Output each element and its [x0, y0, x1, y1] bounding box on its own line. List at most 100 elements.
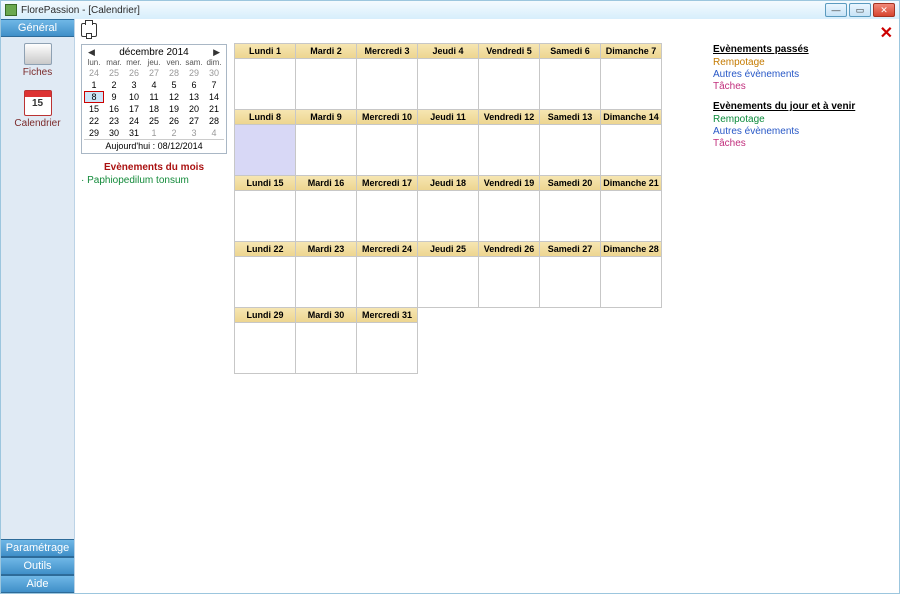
calendar-day-body[interactable] [357, 257, 417, 307]
mini-cal-day[interactable]: 2 [104, 79, 124, 91]
calendar-day-cell[interactable]: Mardi 23 [295, 241, 357, 308]
calendar-day-body[interactable] [296, 59, 356, 109]
calendar-day-body[interactable] [418, 125, 478, 175]
mini-cal-day[interactable]: 27 [144, 67, 164, 79]
mini-cal-day[interactable]: 11 [144, 91, 164, 103]
calendar-day-cell[interactable]: Vendredi 19 [478, 175, 540, 242]
mini-cal-day[interactable]: 27 [184, 115, 204, 127]
calendar-day-body[interactable] [479, 191, 539, 241]
sidebar-section-outils[interactable]: Outils [1, 557, 74, 575]
calendar-day-cell[interactable]: Lundi 15 [234, 175, 296, 242]
calendar-day-cell[interactable]: Mardi 9 [295, 109, 357, 176]
calendar-day-body[interactable] [479, 125, 539, 175]
calendar-day-cell[interactable]: Mercredi 10 [356, 109, 418, 176]
calendar-day-body[interactable] [235, 257, 295, 307]
mini-cal-day[interactable]: 1 [144, 127, 164, 139]
calendar-day-body[interactable] [601, 125, 661, 175]
mini-cal-day[interactable]: 4 [204, 127, 224, 139]
calendar-day-cell[interactable]: Jeudi 11 [417, 109, 479, 176]
sidebar-item-fiches[interactable]: Fiches [1, 37, 74, 84]
calendar-day-body[interactable] [418, 59, 478, 109]
calendar-day-cell[interactable]: Samedi 6 [539, 43, 601, 110]
calendar-day-body[interactable] [540, 59, 600, 109]
mini-cal-day[interactable]: 8 [84, 91, 104, 103]
mini-cal-day[interactable]: 6 [184, 79, 204, 91]
calendar-day-cell[interactable]: Mercredi 3 [356, 43, 418, 110]
mini-cal-day[interactable]: 15 [84, 103, 104, 115]
mini-cal-day[interactable]: 7 [204, 79, 224, 91]
calendar-day-body[interactable] [235, 125, 295, 175]
mini-cal-day[interactable]: 23 [104, 115, 124, 127]
calendar-day-body[interactable] [357, 59, 417, 109]
mini-cal-day[interactable]: 17 [124, 103, 144, 115]
mini-cal-day[interactable]: 28 [164, 67, 184, 79]
calendar-day-body[interactable] [235, 191, 295, 241]
calendar-day-body[interactable] [601, 257, 661, 307]
calendar-day-cell[interactable]: Mardi 16 [295, 175, 357, 242]
calendar-day-cell[interactable]: Lundi 1 [234, 43, 296, 110]
mini-cal-day[interactable]: 28 [204, 115, 224, 127]
calendar-day-body[interactable] [235, 323, 295, 373]
calendar-day-body[interactable] [296, 191, 356, 241]
calendar-day-body[interactable] [296, 257, 356, 307]
calendar-day-cell[interactable]: Dimanche 7 [600, 43, 662, 110]
calendar-day-body[interactable] [479, 257, 539, 307]
calendar-day-body[interactable] [357, 323, 417, 373]
mini-cal-day[interactable]: 25 [144, 115, 164, 127]
minimize-button[interactable]: — [825, 3, 847, 17]
mini-cal-day[interactable]: 31 [124, 127, 144, 139]
calendar-day-cell[interactable]: Dimanche 14 [600, 109, 662, 176]
calendar-day-cell[interactable]: Mercredi 31 [356, 307, 418, 374]
mini-cal-day[interactable]: 29 [84, 127, 104, 139]
mini-cal-day[interactable]: 26 [164, 115, 184, 127]
sidebar-item-calendrier[interactable]: 15 Calendrier [1, 84, 74, 135]
mini-cal-day[interactable]: 13 [184, 91, 204, 103]
calendar-day-body[interactable] [601, 59, 661, 109]
mini-cal-day[interactable]: 20 [184, 103, 204, 115]
mini-cal-day[interactable]: 5 [164, 79, 184, 91]
calendar-day-body[interactable] [357, 125, 417, 175]
mini-cal-day[interactable]: 25 [104, 67, 124, 79]
mini-cal-day[interactable]: 12 [164, 91, 184, 103]
calendar-day-cell[interactable]: Mercredi 17 [356, 175, 418, 242]
mini-cal-day[interactable]: 19 [164, 103, 184, 115]
calendar-day-cell[interactable]: Lundi 22 [234, 241, 296, 308]
calendar-day-body[interactable] [540, 191, 600, 241]
calendar-day-body[interactable] [357, 191, 417, 241]
mini-cal-day[interactable]: 16 [104, 103, 124, 115]
close-panel-button[interactable]: ✕ [880, 23, 893, 43]
month-event-item[interactable]: · Paphiopedilum tonsum [81, 175, 227, 186]
calendar-day-cell[interactable]: Mardi 2 [295, 43, 357, 110]
calendar-day-cell[interactable]: Mardi 30 [295, 307, 357, 374]
sidebar-section-parametrage[interactable]: Paramétrage [1, 539, 74, 557]
calendar-day-cell[interactable]: Samedi 27 [539, 241, 601, 308]
mini-cal-day[interactable]: 3 [124, 79, 144, 91]
maximize-button[interactable]: ▭ [849, 3, 871, 17]
calendar-day-cell[interactable]: Vendredi 5 [478, 43, 540, 110]
mini-cal-day[interactable]: 30 [204, 67, 224, 79]
calendar-day-cell[interactable]: Dimanche 21 [600, 175, 662, 242]
mini-cal-day[interactable]: 21 [204, 103, 224, 115]
calendar-day-cell[interactable]: Vendredi 12 [478, 109, 540, 176]
mini-cal-today-label[interactable]: Aujourd'hui : 08/12/2014 [84, 139, 224, 151]
calendar-day-cell[interactable]: Jeudi 4 [417, 43, 479, 110]
mini-cal-prev[interactable]: ◀ [88, 47, 95, 58]
sidebar-section-general[interactable]: Général [1, 19, 74, 37]
sidebar-section-aide[interactable]: Aide [1, 575, 74, 593]
calendar-day-cell[interactable]: Samedi 13 [539, 109, 601, 176]
calendar-day-body[interactable] [540, 125, 600, 175]
mini-cal-day[interactable]: 3 [184, 127, 204, 139]
calendar-day-body[interactable] [479, 59, 539, 109]
calendar-day-cell[interactable]: Lundi 8 [234, 109, 296, 176]
mini-cal-day[interactable]: 26 [124, 67, 144, 79]
calendar-day-cell[interactable]: Mercredi 24 [356, 241, 418, 308]
mini-cal-day[interactable]: 1 [84, 79, 104, 91]
close-window-button[interactable]: ✕ [873, 3, 895, 17]
calendar-day-body[interactable] [418, 257, 478, 307]
mini-cal-day[interactable]: 10 [124, 91, 144, 103]
print-button[interactable] [81, 23, 97, 37]
mini-cal-day[interactable]: 4 [144, 79, 164, 91]
calendar-day-body[interactable] [540, 257, 600, 307]
calendar-day-body[interactable] [418, 191, 478, 241]
calendar-day-cell[interactable]: Samedi 20 [539, 175, 601, 242]
